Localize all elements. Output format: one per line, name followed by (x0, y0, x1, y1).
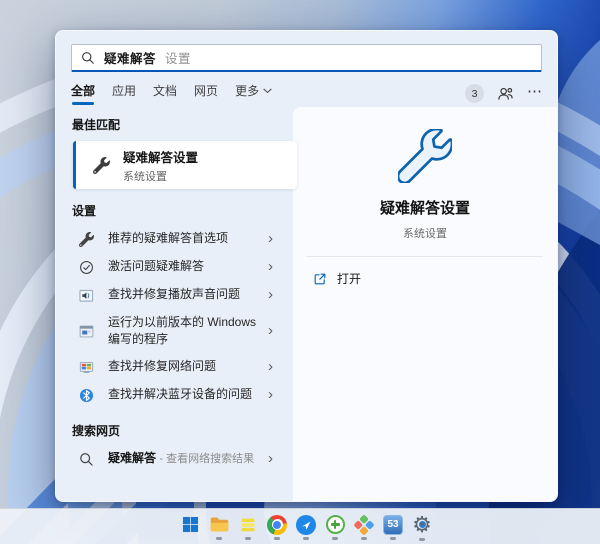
chevron-right-icon: › (268, 233, 275, 245)
best-match-header: 最佳匹配 (72, 116, 275, 133)
green-plus-app-button[interactable] (323, 511, 347, 543)
preview-title: 疑难解答设置 (380, 197, 470, 218)
best-match-result[interactable]: 疑难解答设置 系统设置 (73, 141, 297, 189)
result-label: 激活问题疑难解答 (108, 258, 268, 275)
more-options-icon[interactable]: ⋯ (527, 87, 542, 101)
web-search-header: 搜索网页 (72, 422, 275, 439)
gear-glyph: ⚙ (412, 514, 432, 536)
running-indicator (216, 537, 222, 540)
pinwheel-app-button[interactable] (352, 511, 376, 543)
result-label: 查找并修复播放声音问题 (108, 286, 268, 303)
tab-all[interactable]: 全部 (71, 82, 95, 105)
result-label: 疑难解答 - 查看网络搜索结果 (108, 450, 268, 468)
blue-arrow-icon (295, 514, 317, 536)
best-match-subtitle: 系统设置 (123, 168, 198, 184)
result-bluetooth-troubleshoot[interactable]: 查找并解决蓝牙设备的问题 › (72, 381, 275, 409)
network-icon (78, 360, 95, 375)
app-53-label: 53 (383, 515, 403, 535)
web-search-term: 疑难解答 (108, 451, 156, 465)
chevron-right-icon: › (268, 453, 275, 465)
chevron-right-icon: › (268, 389, 275, 401)
search-query-text: 疑难解答 (104, 48, 156, 67)
yellow-notes-icon (237, 514, 259, 536)
taskbar: 53 ⚙ (0, 508, 600, 544)
running-indicator (274, 537, 280, 540)
wrench-icon-large (398, 129, 452, 183)
result-label: 推荐的疑难解答首选项 (108, 230, 268, 247)
open-button-label: 打开 (337, 270, 361, 287)
running-indicator (390, 537, 396, 540)
wrench-icon (78, 232, 95, 247)
taskbar-icon-group: 53 ⚙ (178, 511, 434, 543)
folder-icon (208, 514, 230, 536)
running-indicator (361, 537, 367, 540)
result-activation-troubleshoot[interactable]: 激活问题疑难解答 › (72, 253, 275, 281)
chevron-right-icon: › (268, 261, 275, 273)
chevron-down-icon (263, 88, 272, 94)
result-web-search[interactable]: 疑难解答 - 查看网络搜索结果 › (72, 445, 275, 473)
start-button[interactable] (178, 511, 202, 543)
color-pinwheel-icon (353, 514, 375, 536)
best-match-text: 疑难解答设置 系统设置 (123, 147, 198, 184)
preview-panel: 疑难解答设置 系统设置 打开 (293, 107, 557, 501)
settings-button[interactable]: ⚙ (410, 511, 434, 543)
settings-section-header: 设置 (72, 202, 275, 219)
search-input[interactable]: 疑难解答设置 (71, 44, 542, 72)
bluetooth-icon (78, 388, 95, 403)
search-icon (81, 51, 95, 65)
app-53-button[interactable]: 53 (381, 511, 405, 543)
chrome-icon (266, 514, 288, 536)
running-indicator (245, 537, 251, 540)
legacy-program-icon (78, 324, 95, 339)
search-suggestion-text: 设置 (165, 48, 191, 67)
result-label: 查找并修复网络问题 (108, 358, 268, 375)
wrench-icon (93, 157, 110, 174)
tab-more-label: 更多 (235, 82, 259, 99)
file-explorer-button[interactable] (207, 511, 231, 543)
search-icon (78, 452, 95, 467)
search-flyout-window: 疑难解答设置 全部 应用 文档 网页 更多 3 ⋯ (55, 30, 558, 502)
search-bar-container: 疑难解答设置 (56, 31, 557, 72)
result-label: 运行为以前版本的 Windows 编写的程序 (108, 314, 268, 349)
gear-icon: ⚙ (410, 513, 434, 537)
tab-documents[interactable]: 文档 (153, 82, 177, 105)
blue-arrow-app-button[interactable] (294, 511, 318, 543)
search-results-content: 最佳匹配 疑难解答设置 系统设置 设置 推荐的疑难解答首选项 (56, 107, 557, 501)
tab-apps[interactable]: 应用 (112, 82, 136, 105)
windows-logo-icon (179, 514, 201, 536)
preview-subtitle: 系统设置 (403, 225, 447, 241)
result-label: 查找并解决蓝牙设备的问题 (108, 386, 268, 403)
account-icon[interactable] (497, 86, 514, 101)
open-external-icon (313, 272, 327, 286)
running-indicator (332, 537, 338, 540)
result-network-troubleshoot[interactable]: 查找并修复网络问题 › (72, 353, 275, 381)
check-circle-icon (78, 260, 95, 275)
chevron-right-icon: › (268, 361, 275, 373)
app-53-icon: 53 (382, 514, 404, 536)
web-search-suffix: - 查看网络搜索结果 (159, 453, 254, 465)
running-indicator (419, 538, 425, 541)
results-list-panel: 最佳匹配 疑难解答设置 系统设置 设置 推荐的疑难解答首选项 (56, 107, 293, 501)
speaker-icon (78, 288, 95, 303)
preview-actions: 打开 (293, 257, 557, 291)
open-button[interactable]: 打开 (311, 266, 539, 291)
notification-count-badge[interactable]: 3 (465, 84, 484, 103)
best-match-title: 疑难解答设置 (123, 147, 198, 166)
chevron-right-icon: › (268, 325, 275, 337)
chrome-browser-button[interactable] (265, 511, 289, 543)
tab-more[interactable]: 更多 (235, 82, 272, 105)
running-indicator (303, 537, 309, 540)
result-troubleshoot-preferences[interactable]: 推荐的疑难解答首选项 › (72, 225, 275, 253)
tab-web[interactable]: 网页 (194, 82, 218, 105)
result-audio-troubleshoot[interactable]: 查找并修复播放声音问题 › (72, 281, 275, 309)
green-plus-icon (324, 514, 346, 536)
search-filter-tabs: 全部 应用 文档 网页 更多 3 ⋯ (56, 72, 557, 102)
notes-app-button[interactable] (236, 511, 260, 543)
result-compatibility-troubleshoot[interactable]: 运行为以前版本的 Windows 编写的程序 › (72, 309, 275, 353)
chevron-right-icon: › (268, 289, 275, 301)
selection-accent-bar (73, 141, 76, 189)
